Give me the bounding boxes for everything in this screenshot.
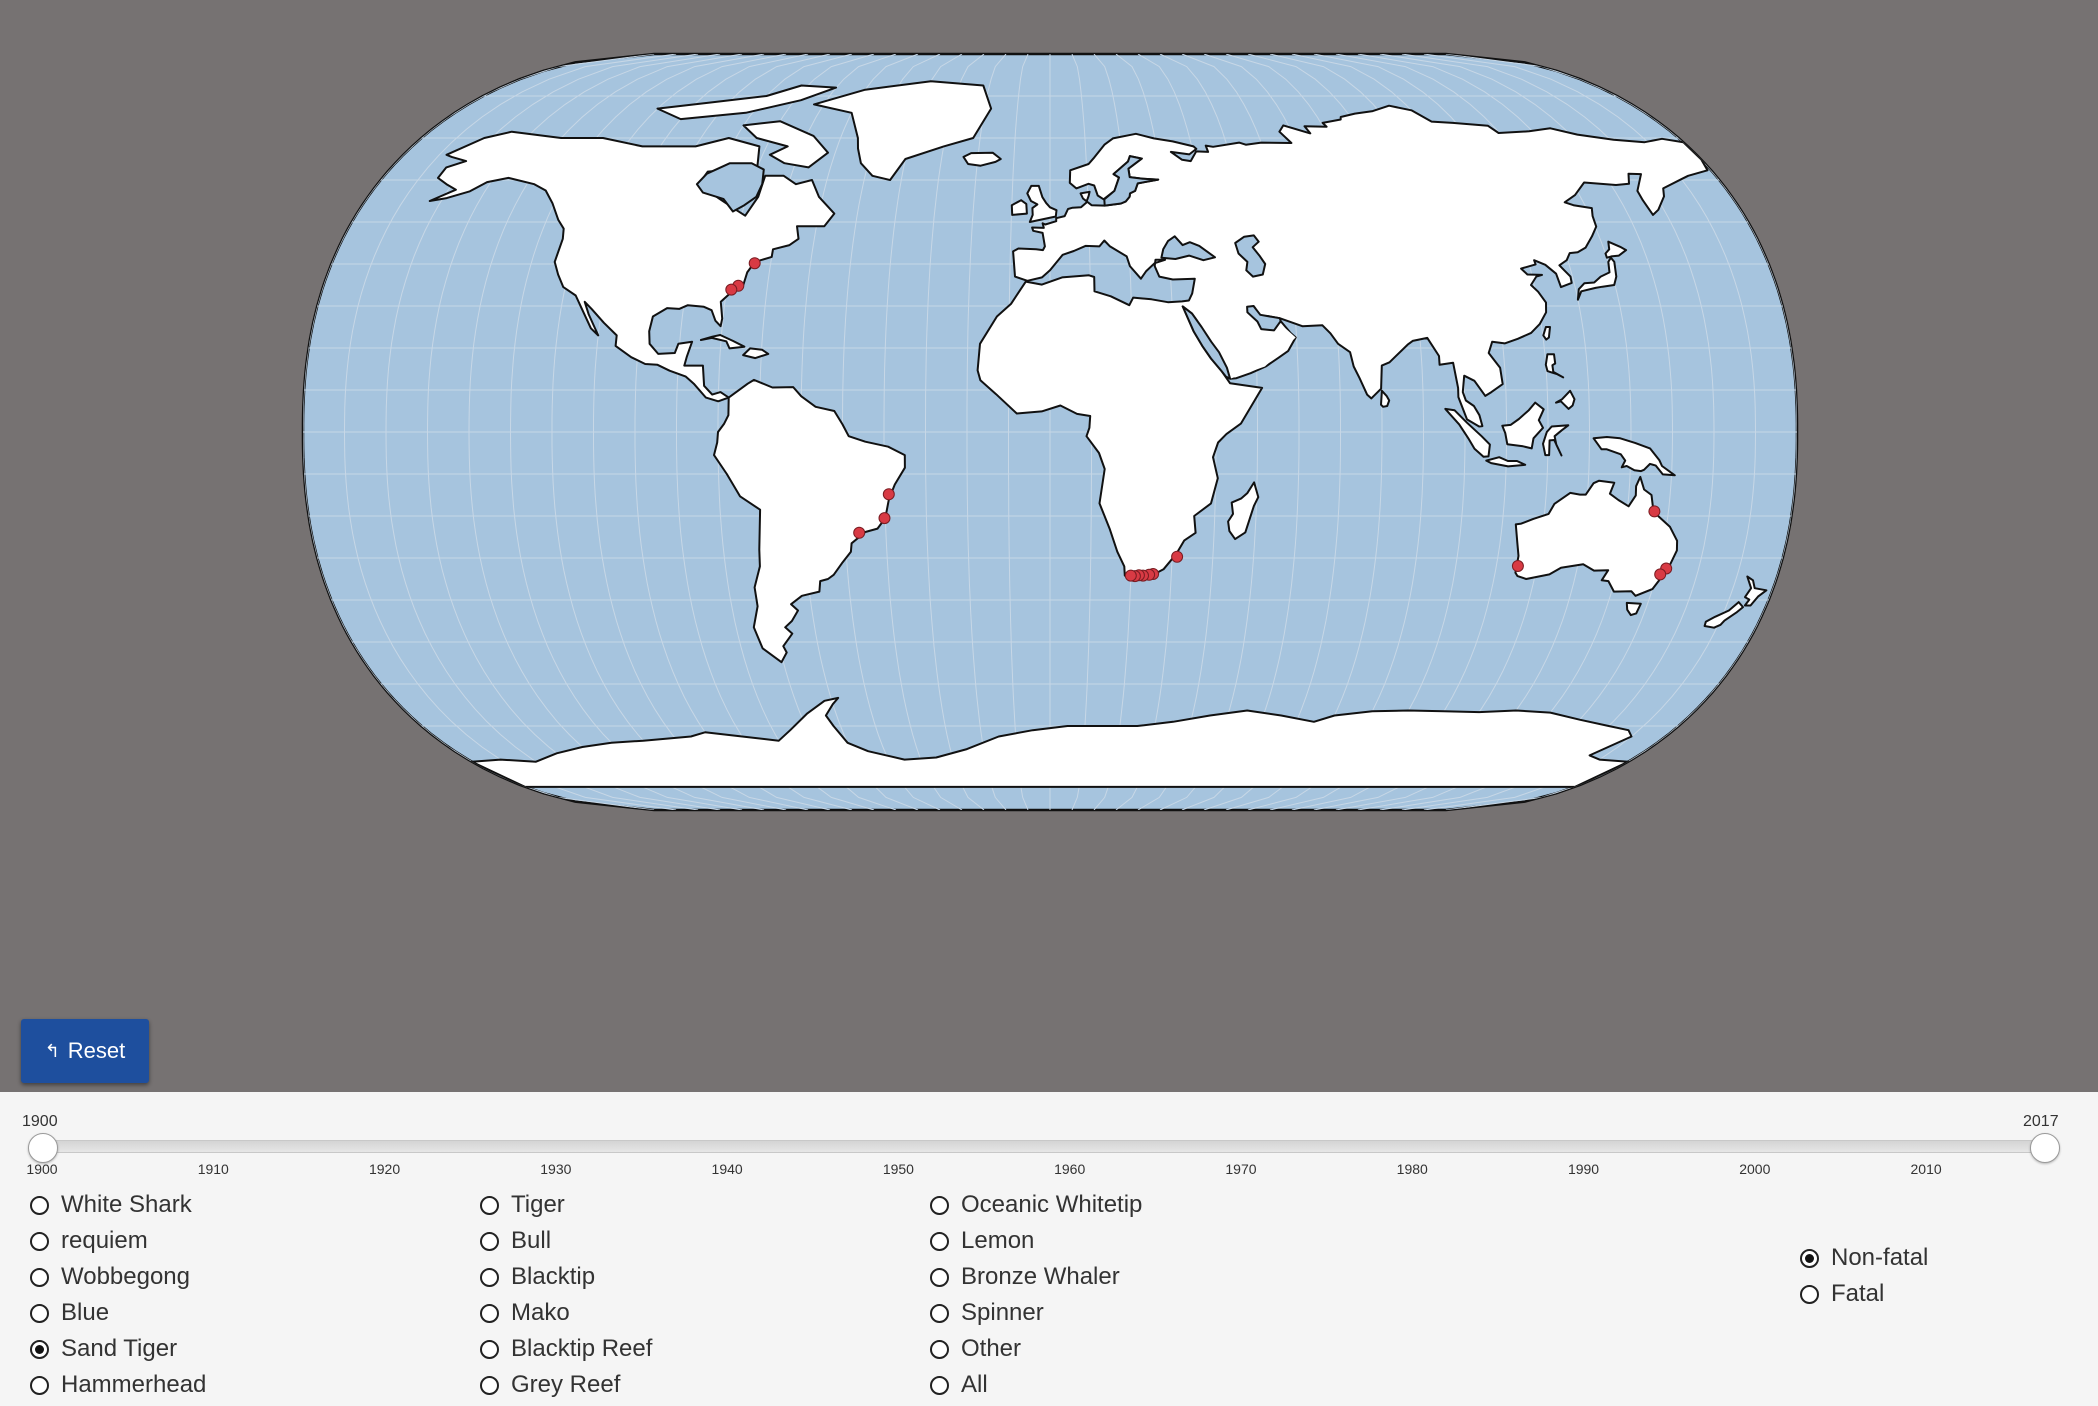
radio-label: Blacktip Reef <box>511 1335 653 1362</box>
radio-button[interactable] <box>1800 1284 1819 1304</box>
radio-button[interactable] <box>30 1375 49 1395</box>
attack-marker[interactable] <box>1654 568 1667 581</box>
species-option-blacktip-reef[interactable]: Blacktip Reef <box>480 1334 652 1364</box>
slider-tick-label: 2000 <box>1739 1161 1771 1177</box>
radio-button[interactable] <box>480 1267 499 1287</box>
attack-marker[interactable] <box>748 257 761 270</box>
radio-button[interactable] <box>30 1267 49 1287</box>
radio-label: Sand Tiger <box>61 1335 178 1362</box>
radio-label: Blacktip <box>511 1263 596 1290</box>
radio-label: Hammerhead <box>61 1371 207 1398</box>
radio-button[interactable] <box>930 1303 949 1323</box>
radio-label: Fatal <box>1831 1280 1885 1307</box>
reset-label: Reset <box>67 1038 126 1063</box>
radio-label: Other <box>961 1335 1022 1362</box>
radio-button[interactable] <box>930 1339 949 1359</box>
map-panel[interactable]: ↰ Reset <box>0 0 2098 1092</box>
radio-button[interactable] <box>30 1303 49 1323</box>
species-option-bronze-whaler[interactable]: Bronze Whaler <box>930 1262 1120 1292</box>
slider-to-label: 2017 <box>2023 1113 2059 1130</box>
slider-tick-label: 1960 <box>1054 1161 1086 1177</box>
species-option-all[interactable]: All <box>930 1370 988 1400</box>
radio-button[interactable] <box>480 1303 499 1323</box>
attack-marker[interactable] <box>725 283 738 296</box>
slider-tick-label: 1970 <box>1225 1161 1257 1177</box>
species-option-bull[interactable]: Bull <box>480 1226 551 1256</box>
radio-button[interactable] <box>930 1231 949 1251</box>
fatality-option-fatal[interactable]: Fatal <box>1800 1279 1884 1309</box>
radio-label: Wobbegong <box>61 1263 190 1290</box>
radio-button[interactable] <box>30 1339 49 1359</box>
radio-label: All <box>961 1371 988 1398</box>
radio-label: Bronze Whaler <box>961 1263 1120 1290</box>
attack-marker[interactable] <box>853 526 866 539</box>
radio-button[interactable] <box>930 1267 949 1287</box>
world-map[interactable] <box>0 0 2098 1092</box>
radio-label: White Shark <box>61 1191 192 1218</box>
radio-button[interactable] <box>30 1231 49 1251</box>
slider-tick-label: 1940 <box>711 1161 743 1177</box>
radio-label: Grey Reef <box>511 1371 621 1398</box>
species-option-lemon[interactable]: Lemon <box>930 1226 1034 1256</box>
slider-handle-end[interactable] <box>2030 1133 2060 1163</box>
species-option-mako[interactable]: Mako <box>480 1298 570 1328</box>
slider-from-label: 1900 <box>22 1113 58 1130</box>
radio-label: Oceanic Whitetip <box>961 1191 1143 1218</box>
attack-marker[interactable] <box>878 512 891 525</box>
land-taiwan <box>1542 326 1551 341</box>
radio-button[interactable] <box>480 1195 499 1215</box>
species-option-requiem[interactable]: requiem <box>30 1226 148 1256</box>
species-option-wobbegong[interactable]: Wobbegong <box>30 1262 190 1292</box>
radio-button[interactable] <box>930 1195 949 1215</box>
radio-button[interactable] <box>480 1339 499 1359</box>
radio-label: Lemon <box>961 1227 1035 1254</box>
fatality-option-non-fatal[interactable]: Non-fatal <box>1800 1243 1928 1273</box>
slider-tick-label: 1920 <box>368 1161 401 1177</box>
radio-label: Non-fatal <box>1831 1244 1929 1271</box>
species-option-blue[interactable]: Blue <box>30 1298 109 1328</box>
radio-label: Spinner <box>961 1299 1044 1326</box>
attack-marker[interactable] <box>1171 550 1184 563</box>
radio-label: Mako <box>511 1299 570 1326</box>
slider-tick-label: 1930 <box>540 1161 572 1177</box>
radio-label: Tiger <box>511 1191 565 1218</box>
reset-button[interactable]: ↰ Reset <box>21 1019 149 1083</box>
radio-button[interactable] <box>30 1195 49 1215</box>
radio-label: Bull <box>511 1227 552 1254</box>
slider-tick-label: 1990 <box>1567 1161 1600 1177</box>
species-option-grey-reef[interactable]: Grey Reef <box>480 1370 620 1400</box>
radio-label: requiem <box>61 1227 148 1254</box>
species-option-hammerhead[interactable]: Hammerhead <box>30 1370 206 1400</box>
radio-label: Blue <box>61 1299 110 1326</box>
slider-tick-label: 1910 <box>197 1161 229 1177</box>
species-option-sand-tiger[interactable]: Sand Tiger <box>30 1334 177 1364</box>
radio-button[interactable] <box>930 1375 949 1395</box>
slider-tick-label: 2010 <box>1910 1161 1942 1177</box>
species-option-white-shark[interactable]: White Shark <box>30 1190 192 1220</box>
species-option-spinner[interactable]: Spinner <box>930 1298 1044 1328</box>
undo-arrow-icon: ↰ <box>44 1040 60 1061</box>
species-option-other[interactable]: Other <box>930 1334 1021 1364</box>
radio-button[interactable] <box>1800 1248 1819 1268</box>
attack-marker[interactable] <box>882 488 895 501</box>
attack-marker[interactable] <box>1648 505 1661 518</box>
species-option-tiger[interactable]: Tiger <box>480 1190 565 1220</box>
attack-marker[interactable] <box>1511 560 1524 572</box>
slider-handle-start[interactable] <box>28 1133 58 1163</box>
species-option-blacktip[interactable]: Blacktip <box>480 1262 595 1292</box>
attack-marker[interactable] <box>1124 569 1137 582</box>
radio-button[interactable] <box>480 1231 499 1251</box>
slider-tick-label: 1980 <box>1396 1161 1428 1177</box>
species-option-oceanic-whitetip[interactable]: Oceanic Whitetip <box>930 1190 1142 1220</box>
year-range-slider[interactable] <box>42 1140 2048 1153</box>
slider-tick-label: 1950 <box>882 1161 914 1177</box>
slider-tick-label: 1900 <box>26 1161 58 1177</box>
radio-button[interactable] <box>480 1375 499 1395</box>
